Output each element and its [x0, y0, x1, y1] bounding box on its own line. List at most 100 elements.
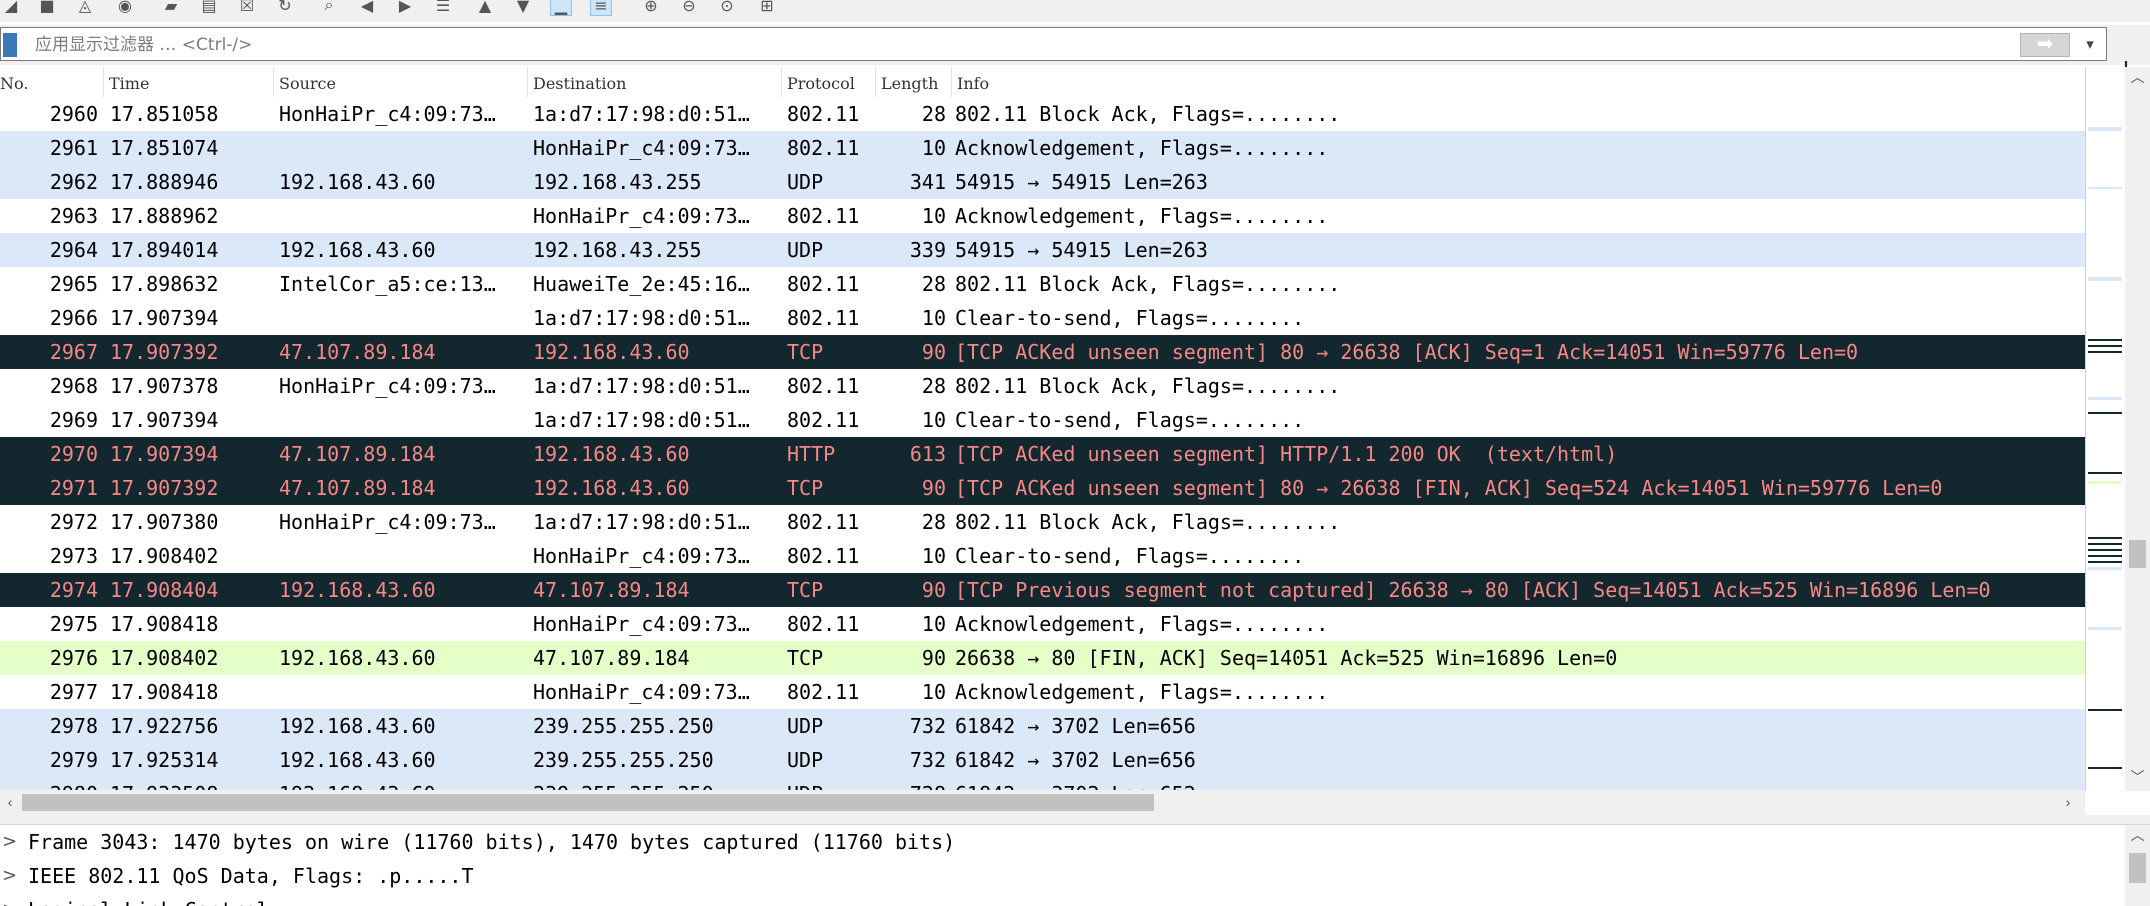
detail-tree-item[interactable]: > IEEE 802.11 QoS Data, Flags: .p.....T: [0, 859, 2125, 893]
go-to-packet-icon[interactable]: ☰: [432, 0, 454, 16]
column-header-info[interactable]: Info: [952, 67, 2085, 97]
packet-row[interactable]: 2969 17.907394 1a:d7:17:98:d0:51… 802.11 10 C…: [0, 403, 2085, 437]
packet-protocol: 802.11: [787, 102, 860, 126]
packet-time: 17.907394: [110, 306, 219, 330]
packet-row[interactable]: 2971 17.907392 47.107.89.184 192.168.43.60 T…: [0, 471, 2085, 505]
scroll-left-icon[interactable]: ‹: [0, 790, 20, 815]
filter-bookmark-icon[interactable]: [3, 33, 17, 57]
colorize-icon[interactable]: ≡: [590, 0, 612, 16]
packet-length: 10: [921, 204, 946, 228]
normal-size-icon[interactable]: ⊙: [716, 0, 738, 16]
packet-row[interactable]: 2970 17.907394 47.107.89.184 192.168.43.60 H…: [0, 437, 2085, 471]
packet-time: 17.851074: [110, 136, 219, 160]
packet-no: 2960: [49, 102, 98, 126]
open-file-icon[interactable]: ▰: [160, 0, 182, 16]
packet-row[interactable]: 2975 17.908418 HonHaiPr_c4:09:73… 802.11 10 A…: [0, 607, 2085, 641]
pane-splitter[interactable]: [0, 815, 2150, 825]
packet-source: 47.107.89.184: [279, 476, 436, 500]
detail-tree-item[interactable]: > Logical-Link Control: [0, 893, 2125, 906]
packet-row[interactable]: 2976 17.908402 192.168.43.60 47.107.89.184 T…: [0, 641, 2085, 675]
go-last-icon[interactable]: ▼: [512, 0, 534, 16]
restart-capture-icon[interactable]: ◢: [0, 0, 22, 16]
packet-no: 2977: [49, 680, 98, 704]
packet-protocol: 802.11: [787, 408, 860, 432]
packet-list-vertical-scrollbar[interactable]: ︿ ﹀: [2125, 67, 2150, 791]
packet-row[interactable]: 2967 17.907392 47.107.89.184 192.168.43.60 T…: [0, 335, 2085, 369]
autoscroll-icon[interactable]: ▁: [550, 0, 572, 16]
expand-chevron-icon[interactable]: >: [2, 825, 18, 859]
scroll-up-icon[interactable]: ︿: [2125, 67, 2150, 87]
expand-chevron-icon[interactable]: >: [2, 859, 18, 893]
find-packet-icon[interactable]: ⌕: [318, 0, 340, 16]
vertical-scroll-thumb[interactable]: [2129, 540, 2146, 568]
packet-list-horizontal-scrollbar[interactable]: ‹ ›: [0, 790, 2085, 815]
go-first-icon[interactable]: ▲: [474, 0, 496, 16]
packet-row[interactable]: 2972 17.907380 HonHaiPr_c4:09:73… 1a:d7:17:…: [0, 505, 2085, 539]
zoom-out-icon[interactable]: ⊖: [678, 0, 700, 16]
column-header-protocol[interactable]: Protocol: [782, 67, 876, 97]
detail-tree-item[interactable]: > Frame 3043: 1470 bytes on wire (11760 b…: [0, 825, 2125, 859]
packet-row[interactable]: 2961 17.851074 HonHaiPr_c4:09:73… 802.11 10 A…: [0, 131, 2085, 165]
display-filter-input[interactable]: [35, 34, 1995, 56]
packet-protocol: 802.11: [787, 136, 860, 160]
packet-length: 613: [909, 442, 946, 466]
packet-source: [279, 539, 525, 573]
packet-row[interactable]: 2980 17.933508 192.168.43.60 239.255.255.25…: [0, 777, 2085, 791]
close-file-icon[interactable]: ☒: [236, 0, 258, 16]
packet-row[interactable]: 2977 17.908418 HonHaiPr_c4:09:73… 802.11 10 A…: [0, 675, 2085, 709]
horizontal-scroll-thumb[interactable]: [22, 794, 1154, 811]
filter-history-dropdown[interactable]: ▾: [2077, 33, 2103, 57]
packet-row[interactable]: 2979 17.925314 192.168.43.60 239.255.255.25…: [0, 743, 2085, 777]
packet-row[interactable]: 2978 17.922756 192.168.43.60 239.255.255.25…: [0, 709, 2085, 743]
capture-options-icon[interactable]: ◬: [74, 0, 96, 16]
go-back-icon[interactable]: ◀: [356, 0, 378, 16]
packet-no: 2975: [49, 612, 98, 636]
resize-columns-icon[interactable]: ⊞: [756, 0, 778, 16]
packet-row[interactable]: 2960 17.851058 HonHaiPr_c4:09:73… 1a:d7:17:…: [0, 97, 2085, 131]
scroll-right-icon[interactable]: ›: [2058, 790, 2078, 815]
packet-length: 90: [921, 476, 946, 500]
packet-row[interactable]: 2964 17.894014 192.168.43.60 192.168.43.255…: [0, 233, 2085, 267]
stop-capture-icon[interactable]: ■: [36, 0, 58, 16]
packet-row[interactable]: 2966 17.907394 1a:d7:17:98:d0:51… 802.11 10 C…: [0, 301, 2085, 335]
column-header-length[interactable]: Length: [876, 67, 952, 97]
packet-minimap[interactable]: [2085, 67, 2125, 791]
scroll-down-icon[interactable]: ﹀: [2125, 767, 2150, 787]
apply-filter-button[interactable]: ➡: [2020, 33, 2070, 57]
packet-row[interactable]: 2962 17.888946 192.168.43.60 192.168.43.255…: [0, 165, 2085, 199]
packet-info: 61842 → 3702 Len=656: [955, 714, 1196, 738]
packet-no: 2972: [49, 510, 98, 534]
packet-destination: 1a:d7:17:98:d0:51…: [533, 374, 750, 398]
packet-list-header: No. Time Source Destination Protocol Len…: [0, 67, 2085, 98]
packet-no: 2965: [49, 272, 98, 296]
column-header-time[interactable]: Time: [104, 67, 274, 97]
packet-time: 17.908418: [110, 612, 219, 636]
packet-source: HonHaiPr_c4:09:73…: [279, 374, 496, 398]
packet-destination: 47.107.89.184: [533, 578, 690, 602]
details-scroll-up-icon[interactable]: ︿: [2125, 825, 2150, 845]
packet-protocol: 802.11: [787, 374, 860, 398]
go-forward-icon[interactable]: ▶: [394, 0, 416, 16]
packet-destination: 192.168.43.60: [533, 340, 690, 364]
packet-row[interactable]: 2965 17.898632 IntelCor_a5:ce:13… HuaweiTe_…: [0, 267, 2085, 301]
packet-length: 728: [880, 777, 946, 791]
packet-row[interactable]: 2968 17.907378 HonHaiPr_c4:09:73… 1a:d7:17:…: [0, 369, 2085, 403]
packet-time: 17.908402: [110, 646, 219, 670]
settings-icon[interactable]: ◉: [114, 0, 136, 16]
expand-chevron-icon[interactable]: >: [2, 893, 18, 906]
details-vertical-scrollbar[interactable]: ︿: [2125, 825, 2150, 906]
column-header-no[interactable]: No.: [0, 67, 104, 97]
details-scroll-thumb[interactable]: [2129, 853, 2146, 883]
packet-info: Clear-to-send, Flags=........: [955, 408, 1305, 432]
column-header-destination[interactable]: Destination: [528, 67, 782, 97]
reload-file-icon[interactable]: ↻: [274, 0, 296, 16]
packet-row[interactable]: 2974 17.908404 192.168.43.60 47.107.89.184 T…: [0, 573, 2085, 607]
save-file-icon[interactable]: ▤: [198, 0, 220, 16]
column-header-source[interactable]: Source: [274, 67, 528, 97]
packet-info: Acknowledgement, Flags=........: [955, 204, 1329, 228]
packet-destination: 239.255.255.250: [533, 714, 714, 738]
packet-protocol: TCP: [787, 476, 824, 500]
packet-row[interactable]: 2973 17.908402 HonHaiPr_c4:09:73… 802.11 10 C…: [0, 539, 2085, 573]
packet-row[interactable]: 2963 17.888962 HonHaiPr_c4:09:73… 802.11 10 A…: [0, 199, 2085, 233]
zoom-in-icon[interactable]: ⊕: [640, 0, 662, 16]
